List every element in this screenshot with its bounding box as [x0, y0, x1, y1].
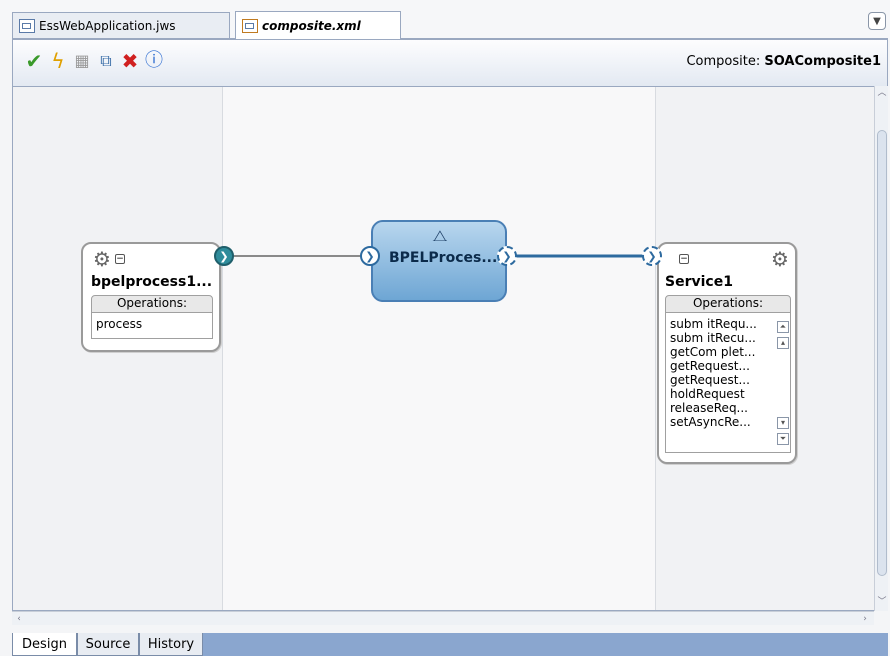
service-component-bpelprocess1[interactable]: ⚙ − bpelprocess1... Operations: process	[81, 242, 221, 352]
bpel-process-component[interactable]: ⧍ BPELProces...	[371, 220, 507, 302]
scroll-bottom-icon[interactable]: ⏷	[777, 433, 789, 445]
reference-component-service1[interactable]: − ⚙ Service1 Operations: subm itRequ... …	[657, 242, 797, 464]
operations-list[interactable]: subm itRequ... subm itRecu... getCom ple…	[665, 313, 791, 453]
operation-item[interactable]: getCom plet...	[670, 345, 770, 359]
test-lightning-icon[interactable]: ϟ	[47, 50, 69, 72]
service-out-port[interactable]: ❯	[214, 246, 234, 266]
tab-history[interactable]: History	[139, 633, 203, 656]
tab-composite-xml[interactable]: composite.xml	[235, 11, 401, 39]
layout-icon[interactable]: ⧉	[95, 50, 117, 72]
bpel-in-port[interactable]: ❯	[360, 246, 380, 266]
composite-label: Composite:	[686, 54, 761, 69]
operation-item[interactable]: getRequest...	[670, 359, 770, 373]
bpel-process-title: BPELProces...	[389, 250, 498, 266]
operations-header: Operations:	[91, 295, 213, 313]
tab-list-dropdown-button[interactable]: ▼	[868, 12, 886, 30]
operations-list: process	[91, 313, 213, 339]
designer-toolbar: ✔ ϟ ▦ ⧉ ✖ ⓘ Composite: SOAComposite1	[12, 40, 888, 86]
scroll-down-arrow-icon[interactable]: ﹀	[875, 595, 889, 609]
components-lane	[223, 87, 655, 610]
reference-gear-icon: ⚙	[771, 247, 789, 271]
delete-icon[interactable]: ✖	[119, 50, 141, 72]
reference-title: Service1	[665, 274, 733, 290]
design-canvas[interactable]: ⚙ − bpelprocess1... Operations: process …	[12, 86, 888, 611]
composite-name: SOAComposite1	[764, 54, 881, 69]
operation-item[interactable]: getRequest...	[670, 373, 770, 387]
service-title: bpelprocess1...	[91, 274, 213, 290]
operation-item[interactable]: subm itRequ...	[670, 317, 770, 331]
horizontal-scrollbar[interactable]: ‹ ›	[12, 611, 874, 625]
tab-label: EssWebApplication.jws	[39, 18, 176, 33]
tab-source[interactable]: Source	[77, 633, 139, 656]
scroll-left-arrow-icon[interactable]: ‹	[12, 612, 26, 626]
scroll-up-arrow-icon[interactable]: ︿	[875, 86, 889, 100]
operations-header: Operations:	[665, 295, 791, 313]
bpel-process-icon: ⧍	[432, 226, 448, 245]
vertical-scroll-thumb[interactable]	[877, 130, 887, 576]
collapse-icon[interactable]: −	[115, 254, 125, 264]
workspace-icon	[19, 18, 35, 33]
composite-icon	[242, 18, 258, 33]
scroll-down-icon[interactable]: ▾	[777, 417, 789, 429]
scroll-right-arrow-icon[interactable]: ›	[858, 612, 872, 626]
copy-icon[interactable]: ▦	[71, 50, 93, 72]
reference-in-port[interactable]: ❯	[642, 246, 662, 266]
operation-item[interactable]: process	[96, 317, 208, 331]
operation-item[interactable]: holdRequest	[670, 387, 770, 401]
operation-item[interactable]: subm itRecu...	[670, 331, 770, 345]
tab-label: composite.xml	[262, 18, 361, 33]
tab-design[interactable]: Design	[12, 633, 77, 656]
operation-item[interactable]: setAsyncRe...	[670, 415, 770, 429]
tab-esswebapplication[interactable]: EssWebApplication.jws	[12, 12, 230, 38]
operation-item[interactable]: releaseReq...	[670, 401, 770, 415]
composite-name-display: Composite: SOAComposite1	[686, 54, 881, 69]
vertical-scrollbar[interactable]: ︿ ﹀	[874, 86, 888, 611]
bpel-reference-port[interactable]: ❯	[497, 246, 517, 266]
scroll-up-icon[interactable]: ▴	[777, 337, 789, 349]
validate-check-icon[interactable]: ✔	[23, 50, 45, 72]
collapse-icon[interactable]: −	[679, 254, 689, 264]
scroll-top-icon[interactable]: ⏶	[777, 321, 789, 333]
service-gear-icon: ⚙	[93, 247, 111, 271]
info-icon[interactable]: ⓘ	[143, 50, 165, 72]
